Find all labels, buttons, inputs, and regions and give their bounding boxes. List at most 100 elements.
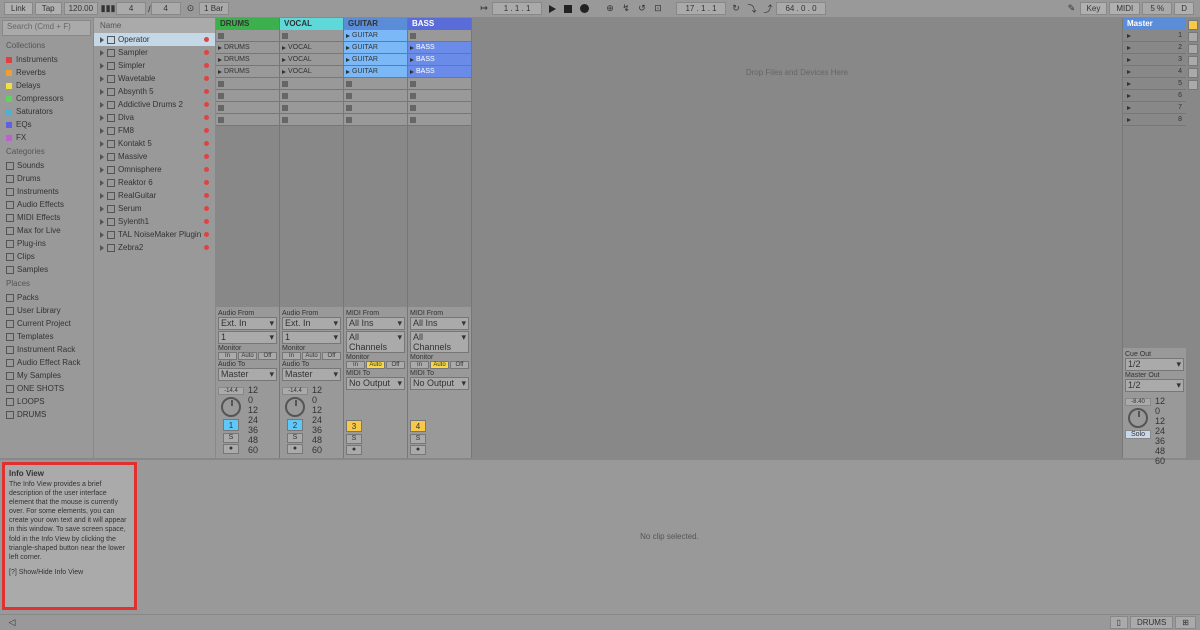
collection-item[interactable]: FX	[0, 131, 93, 144]
tempo-field[interactable]: 120.00	[64, 2, 98, 15]
audio-from-select[interactable]: Ext. In▾	[218, 317, 277, 330]
monitor-off[interactable]: Off	[450, 361, 469, 369]
monitor-in[interactable]: In	[410, 361, 429, 369]
monitor-off[interactable]: Off	[322, 352, 341, 360]
channel-select[interactable]: All Channels▾	[410, 331, 469, 353]
quantize-field[interactable]: 1 Bar	[199, 2, 229, 15]
timesig-den[interactable]: 4	[151, 2, 181, 15]
clip-slot[interactable]	[216, 78, 279, 90]
audio-from-select[interactable]: Ext. In▾	[282, 317, 341, 330]
status-triangle-icon[interactable]: ◁	[5, 616, 19, 630]
channel-select[interactable]: 1▾	[282, 331, 341, 344]
collection-item[interactable]: Reverbs	[0, 66, 93, 79]
link-button[interactable]: Link	[4, 2, 33, 15]
scene-row[interactable]: 5	[1123, 78, 1186, 90]
clip-slot[interactable]	[344, 78, 407, 90]
collection-item[interactable]: Delays	[0, 79, 93, 92]
place-item[interactable]: Templates	[0, 330, 93, 343]
master-db[interactable]: -8.40	[1125, 398, 1151, 406]
place-item[interactable]: Audio Effect Rack	[0, 356, 93, 369]
clip-slot[interactable]	[408, 30, 471, 42]
clip-slot[interactable]	[408, 114, 471, 126]
midi-button[interactable]: MIDI	[1109, 2, 1140, 15]
scene-row[interactable]: 1	[1123, 30, 1186, 42]
reenable-icon[interactable]: ↺	[635, 2, 649, 16]
device-item[interactable]: Kontakt 5	[94, 137, 215, 150]
loop-length[interactable]: 64 . 0 . 0	[776, 2, 826, 15]
track-header[interactable]: GUITAR	[344, 18, 407, 30]
clip-slot[interactable]: DRUMS	[216, 42, 279, 54]
draw-icon[interactable]: ✎	[1065, 2, 1079, 16]
scene-row[interactable]: 8	[1123, 114, 1186, 126]
arm-button[interactable]: ●	[287, 444, 303, 454]
category-item[interactable]: MIDI Effects	[0, 211, 93, 224]
place-item[interactable]: Instrument Rack	[0, 343, 93, 356]
monitor-in[interactable]: In	[346, 361, 365, 369]
device-toggle[interactable]: ⊞	[1175, 616, 1196, 629]
track-header[interactable]: VOCAL	[280, 18, 343, 30]
collection-item[interactable]: Saturators	[0, 105, 93, 118]
track-header[interactable]: DRUMS	[216, 18, 279, 30]
db-value[interactable]: -14.4	[282, 387, 308, 395]
device-item[interactable]: Serum	[94, 202, 215, 215]
solo-button[interactable]: S	[346, 434, 362, 444]
clip-slot[interactable]	[280, 78, 343, 90]
device-item[interactable]: Omnisphere	[94, 163, 215, 176]
category-item[interactable]: Instruments	[0, 185, 93, 198]
monitor-off[interactable]: Off	[386, 361, 405, 369]
clip-slot[interactable]: DRUMS	[216, 54, 279, 66]
channel-select[interactable]: 1▾	[218, 331, 277, 344]
scene-row[interactable]: 7	[1123, 102, 1186, 114]
place-item[interactable]: User Library	[0, 304, 93, 317]
clip-slot[interactable]	[408, 102, 471, 114]
monitor-in[interactable]: In	[218, 352, 237, 360]
category-item[interactable]: Drums	[0, 172, 93, 185]
monitor-in[interactable]: In	[282, 352, 301, 360]
audio-to-select[interactable]: Master▾	[282, 368, 341, 381]
key-button[interactable]: Key	[1080, 2, 1108, 15]
track-activator[interactable]: 4	[410, 420, 426, 432]
category-item[interactable]: Samples	[0, 263, 93, 276]
db-value[interactable]: -14.4	[218, 387, 244, 395]
stop-button[interactable]	[561, 2, 575, 16]
pan-knob[interactable]	[285, 397, 305, 417]
scene-row[interactable]: 6	[1123, 90, 1186, 102]
midi-track-button[interactable]: ▯	[1110, 616, 1128, 629]
category-item[interactable]: Audio Effects	[0, 198, 93, 211]
punch-in-icon[interactable]: ⤵	[745, 2, 759, 16]
clip-slot[interactable]: GUITAR	[344, 54, 407, 66]
device-item[interactable]: Simpler	[94, 59, 215, 72]
place-item[interactable]: Current Project	[0, 317, 93, 330]
solo-button[interactable]: S	[223, 433, 239, 443]
place-item[interactable]: DRUMS	[0, 408, 93, 421]
device-item[interactable]: Wavetable	[94, 72, 215, 85]
status-drums[interactable]: DRUMS	[1130, 616, 1173, 629]
arm-button[interactable]: ●	[223, 444, 239, 454]
loop-icon[interactable]: ↻	[729, 2, 743, 16]
clip-slot[interactable]	[216, 90, 279, 102]
device-item[interactable]: Diva	[94, 111, 215, 124]
track-header[interactable]: BASS	[408, 18, 471, 30]
clip-slot[interactable]	[280, 114, 343, 126]
category-item[interactable]: Max for Live	[0, 224, 93, 237]
monitor-auto[interactable]: Auto	[366, 361, 385, 369]
device-item[interactable]: RealGuitar	[94, 189, 215, 202]
master-out-select[interactable]: 1/2▾	[1125, 379, 1184, 392]
device-item[interactable]: Operator	[94, 33, 215, 46]
solo-cue-button[interactable]: Solo	[1125, 430, 1151, 439]
record-button[interactable]	[577, 2, 591, 16]
collection-item[interactable]: Instruments	[0, 53, 93, 66]
clip-slot[interactable]: VOCAL	[280, 54, 343, 66]
overdub-icon[interactable]: ⊕	[603, 2, 617, 16]
cue-out-select[interactable]: 1/2▾	[1125, 358, 1184, 371]
clip-slot[interactable]	[344, 90, 407, 102]
returns-toggle[interactable]	[1188, 44, 1198, 54]
clip-slot[interactable]	[344, 114, 407, 126]
timesig-num[interactable]: 4	[116, 2, 146, 15]
clip-slot[interactable]	[280, 30, 343, 42]
place-item[interactable]: Packs	[0, 291, 93, 304]
tap-button[interactable]: Tap	[35, 2, 62, 15]
place-item[interactable]: LOOPS	[0, 395, 93, 408]
metronome-toggle-icon[interactable]: ⊙	[184, 2, 198, 16]
clip-slot[interactable]	[216, 102, 279, 114]
